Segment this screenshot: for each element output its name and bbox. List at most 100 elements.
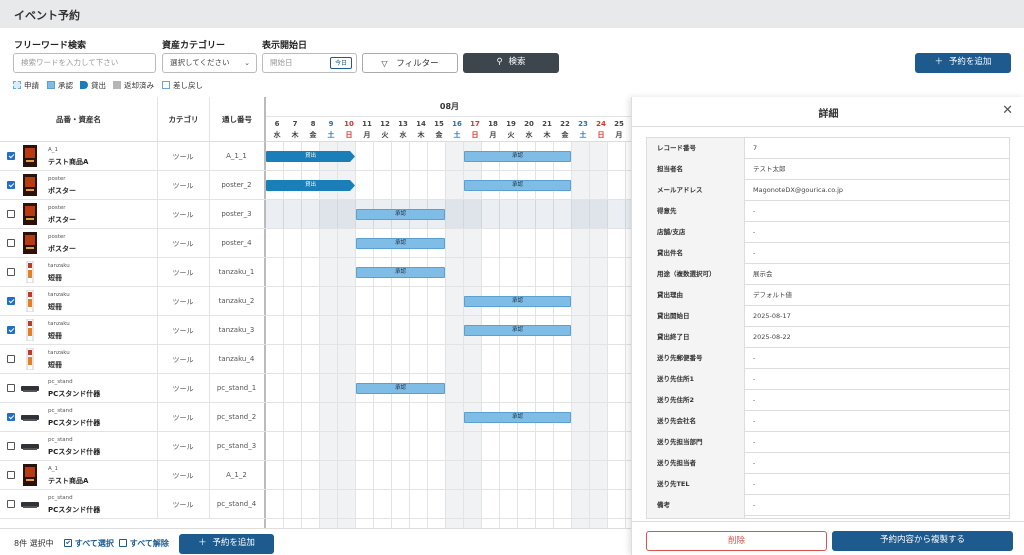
table-row[interactable]: poster ポスター ツール poster_4	[0, 229, 264, 258]
table-row[interactable]: pc_stand PCスタンド什器 ツール pc_stand_4	[0, 490, 264, 519]
row-checkbox[interactable]	[7, 384, 15, 392]
detail-key: 担当者名	[647, 159, 745, 180]
detail-key: 店舗/支店	[647, 222, 745, 243]
table-row[interactable]: poster ポスター ツール poster_3	[0, 200, 264, 229]
asset-code: pc_stand	[48, 437, 73, 443]
footer-add-reservation-button[interactable]: ＋ 予約を追加	[179, 534, 274, 554]
detail-key: 作成者	[647, 516, 745, 518]
row-checkbox[interactable]	[7, 239, 15, 247]
detail-row: 送り先担当者 -	[647, 453, 1009, 474]
asset-thumbnail	[21, 260, 39, 284]
approved-bar[interactable]: 承認	[356, 238, 445, 249]
row-checkbox[interactable]	[7, 413, 15, 421]
category-select-value: 選択してください	[170, 58, 230, 67]
approved-bar[interactable]: 承認	[356, 209, 445, 220]
delete-button[interactable]: 削除	[646, 531, 827, 551]
detail-key: 貸出件名	[647, 243, 745, 264]
copy-reservation-button[interactable]: 予約内容から複製する	[832, 531, 1013, 551]
asset-thumbnail	[21, 318, 39, 342]
table-row[interactable]: tanzaku 短冊 ツール tanzaku_4	[0, 345, 264, 374]
lending-bar[interactable]: 貸出	[266, 151, 355, 162]
row-checkbox[interactable]	[7, 297, 15, 305]
day-number: 20	[524, 120, 534, 128]
detail-row: メールアドレス MagonoteDX@gourica.co.jp	[647, 180, 1009, 201]
row-checkbox[interactable]	[7, 500, 15, 508]
approved-bar[interactable]: 承認	[356, 383, 445, 394]
month-label: 08月	[266, 97, 631, 117]
approved-bar[interactable]: 承認	[464, 325, 571, 336]
table-row[interactable]: tanzaku 短冊 ツール tanzaku_1	[0, 258, 264, 287]
category-label: 資産カテゴリー	[162, 41, 226, 51]
calendar-header: 08月 6 水 7 木 8 金 9 土 10 日 11 月 12 火 13 水 14 木 15 金 16 土 17 日 18 月 1…	[264, 97, 631, 142]
day-number: 10	[344, 120, 354, 128]
close-icon[interactable]: ✕	[1002, 104, 1013, 117]
row-checkbox[interactable]	[7, 355, 15, 363]
header-serial: 通し番号	[209, 97, 264, 142]
deselect-all-button[interactable]: すべて解除	[119, 538, 169, 549]
row-divider	[264, 402, 631, 403]
table-row[interactable]: tanzaku 短冊 ツール tanzaku_3	[0, 316, 264, 345]
asset-serial: tanzaku_4	[218, 355, 255, 363]
day-number: 22	[560, 120, 570, 128]
search-button[interactable]: ⚲ 検索	[463, 53, 559, 73]
table-row[interactable]: tanzaku 短冊 ツール tanzaku_2	[0, 287, 264, 316]
select-all-button[interactable]: すべて選択	[64, 538, 114, 549]
approved-bar[interactable]: 承認	[464, 151, 571, 162]
category-select[interactable]: 選択してください ⌄	[162, 53, 257, 73]
asset-category: ツール	[172, 501, 194, 509]
table-row[interactable]: pc_stand PCスタンド什器 ツール pc_stand_2	[0, 403, 264, 432]
row-checkbox[interactable]	[7, 471, 15, 479]
approved-bar[interactable]: 承認	[464, 296, 571, 307]
asset-serial: tanzaku_3	[218, 326, 255, 334]
start-date-input[interactable]: 開始日 今日	[262, 53, 357, 73]
row-checkbox[interactable]	[7, 442, 15, 450]
asset-name: テスト商品A	[48, 477, 89, 485]
day-header: 25 月	[610, 119, 628, 141]
asset-category: ツール	[172, 298, 194, 306]
asset-serial: pc_stand_4	[216, 500, 257, 508]
detail-key: 貸出終了日	[647, 327, 745, 348]
row-checkbox[interactable]	[7, 268, 15, 276]
table-row[interactable]: pc_stand PCスタンド什器 ツール pc_stand_1	[0, 374, 264, 403]
table-row[interactable]: pc_stand PCスタンド什器 ツール pc_stand_3	[0, 432, 264, 461]
detail-title: 詳細	[818, 109, 839, 120]
approved-bar[interactable]: 承認	[464, 180, 571, 191]
detail-row: 送り先郵便番号 -	[647, 348, 1009, 369]
weekday: 水	[273, 131, 281, 139]
lending-bar[interactable]: 貸出	[266, 180, 355, 191]
day-header: 23 土	[574, 119, 592, 141]
row-checkbox[interactable]	[7, 181, 15, 189]
table-row[interactable]: poster ポスター ツール poster_2	[0, 171, 264, 200]
title-bar: イベント予約	[0, 0, 1024, 28]
keyword-label: フリーワード検索	[14, 41, 87, 51]
asset-thumbnail	[21, 289, 39, 313]
row-checkbox[interactable]	[7, 210, 15, 218]
weekday: 日	[345, 131, 353, 139]
weekday: 金	[561, 131, 569, 139]
row-checkbox[interactable]	[7, 326, 15, 334]
detail-key: 備考	[647, 495, 745, 516]
asset-name: 短冊	[48, 303, 62, 311]
day-number: 19	[506, 120, 516, 128]
table-row[interactable]: A_1 テスト商品A ツール A_1_1	[0, 142, 264, 171]
day-header: 18 月	[484, 119, 502, 141]
detail-value: -	[753, 480, 756, 488]
filter-button[interactable]: ▽ フィルター	[362, 53, 458, 73]
today-button[interactable]: 今日	[329, 57, 352, 69]
day-number: 7	[292, 120, 298, 128]
detail-key: 得意先	[647, 201, 745, 222]
keyword-input[interactable]: 検索ワードを入力して下さい	[13, 53, 156, 73]
detail-key: 送り先住所2	[647, 390, 745, 411]
day-header: 13 水	[394, 119, 412, 141]
approved-bar[interactable]: 承認	[356, 267, 445, 278]
approved-bar[interactable]: 承認	[464, 412, 571, 423]
filter-icon: ▽	[381, 59, 388, 68]
row-checkbox[interactable]	[7, 152, 15, 160]
table-row[interactable]: A_1 テスト商品A ツール A_1_2	[0, 461, 264, 490]
day-number: 21	[542, 120, 552, 128]
detail-row: 貸出件名 -	[647, 243, 1009, 264]
weekday: 月	[489, 131, 497, 139]
row-divider	[264, 170, 631, 171]
add-reservation-button[interactable]: ＋ 予約を追加	[915, 53, 1011, 73]
start-date-label: 表示開始日	[262, 41, 308, 51]
